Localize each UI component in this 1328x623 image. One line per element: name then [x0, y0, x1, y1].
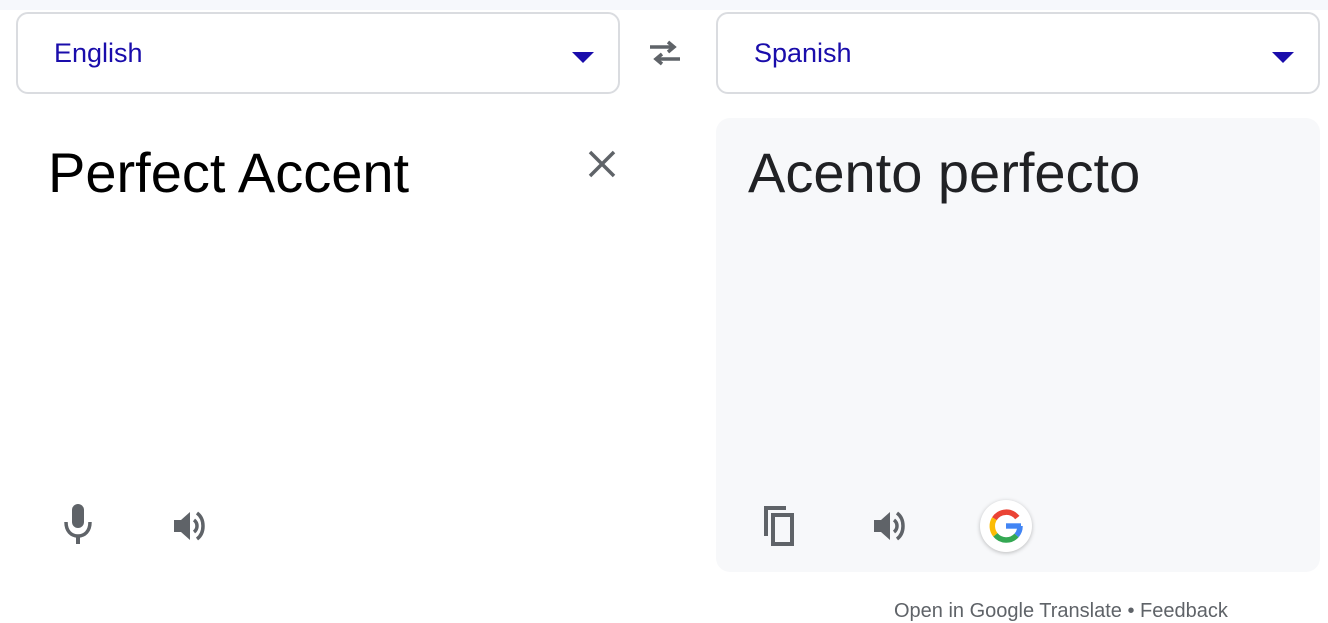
source-text-area[interactable]: Perfect Accent: [16, 118, 620, 572]
target-listen-button[interactable]: [866, 502, 914, 550]
chevron-down-icon: [1272, 52, 1294, 63]
copy-translation-button[interactable]: [754, 502, 802, 550]
translated-text: Acento perfecto: [748, 141, 1141, 204]
source-listen-button[interactable]: [166, 502, 214, 550]
microphone-button[interactable]: [54, 500, 102, 548]
microphone-icon: [64, 504, 92, 544]
source-language-select[interactable]: English: [16, 12, 620, 94]
target-language-select[interactable]: Spanish: [716, 12, 1320, 94]
footer-links[interactable]: Open in Google Translate • Feedback: [894, 600, 1228, 623]
clear-source-button[interactable]: [582, 144, 622, 184]
source-language-label: English: [54, 38, 143, 68]
swap-languages-button[interactable]: [644, 34, 688, 74]
google-translate-button[interactable]: [980, 500, 1032, 552]
close-icon: [588, 150, 616, 178]
google-g-icon: [989, 509, 1023, 543]
speaker-icon: [874, 511, 905, 541]
chevron-down-icon: [572, 52, 594, 63]
speaker-icon: [174, 511, 205, 541]
translation-panel: Acento perfecto: [716, 118, 1320, 572]
source-text[interactable]: Perfect Accent: [48, 140, 409, 205]
swap-arrows-icon: [650, 40, 680, 66]
target-language-label: Spanish: [754, 38, 852, 68]
top-strip: [0, 0, 1328, 10]
copy-icon: [764, 506, 794, 546]
